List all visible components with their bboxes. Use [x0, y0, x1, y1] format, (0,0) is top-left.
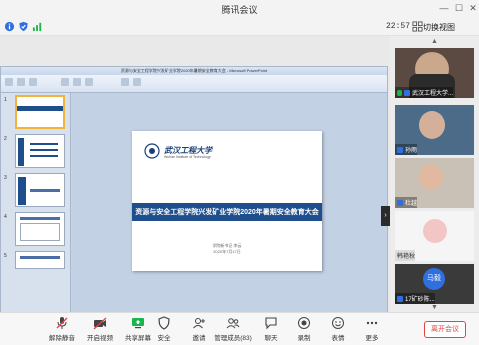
slide-logo-subtext: Wuhan Institute of Technology: [164, 155, 211, 159]
maximize-icon[interactable]: ☐: [452, 2, 466, 15]
thumb-number: 5: [4, 253, 7, 259]
powerpoint-window: 资源与安全工程学院兴发矿业学院2020年暑期安全教育大会 - Microsoft…: [0, 66, 388, 332]
scroll-down-icon[interactable]: ▼: [431, 304, 438, 311]
info-icon[interactable]: [4, 21, 15, 32]
emoji-icon: [332, 317, 344, 329]
participant-label: 杜越: [405, 201, 418, 207]
unmute-button[interactable]: 解除静音: [42, 316, 82, 344]
participant-tile[interactable]: 武汉工程大学...: [395, 48, 474, 98]
window-title: 腾讯会议: [221, 5, 258, 15]
participant-label: 孙雨: [405, 148, 418, 154]
slide-thumbnail[interactable]: [15, 212, 65, 246]
leave-meeting-button[interactable]: 离开会议: [424, 321, 466, 338]
slide-thumbnail[interactable]: [15, 251, 65, 269]
grid-view-icon[interactable]: [412, 21, 423, 32]
minimize-icon[interactable]: —: [437, 2, 451, 15]
participant-label: 韩艳秋: [397, 254, 416, 260]
user-icon: [397, 146, 403, 153]
microphone-muted-icon: [56, 317, 68, 329]
scroll-up-icon[interactable]: ▲: [431, 38, 438, 45]
slide-thumbnail[interactable]: [15, 95, 65, 129]
participant-name: 韩艳秋: [395, 250, 416, 261]
share-screen-icon: [132, 318, 144, 329]
control-label: 解除静音: [49, 335, 75, 342]
chat-icon: [265, 317, 277, 330]
university-logo-icon: [144, 143, 160, 159]
record-icon: [298, 317, 310, 329]
manage-members-button[interactable]: 管理成员(83): [213, 316, 253, 344]
thumb-number: 1: [4, 97, 7, 103]
participant-label: 17矿砂陈...: [405, 297, 435, 303]
switch-view-button[interactable]: 切换视图: [423, 21, 455, 33]
control-bar: 解除静音 开启视频 共享屏幕 安全 邀请 管理成员(83) 聊天 录制 表情 更…: [0, 312, 479, 345]
control-label: 安全: [157, 335, 171, 342]
ppt-ribbon: [1, 75, 387, 93]
thumb-number: 4: [4, 214, 7, 220]
switch-view-label: 切换视图: [423, 22, 455, 32]
thumb-number: 3: [4, 175, 7, 181]
microphone-on-icon: [397, 89, 402, 96]
slide-thumbnail-panel: 1 2 3 4 5: [1, 93, 71, 331]
control-label: 管理成员(83): [214, 335, 252, 342]
participant-name: 孙雨: [395, 144, 418, 155]
ppt-body: 1 2 3 4 5 武汉工程大学 Wuhan Institute of Tech…: [1, 93, 387, 331]
slide-editor: 武汉工程大学 Wuhan Institute of Technology 资源与…: [72, 93, 387, 331]
more-icon: [366, 321, 378, 325]
members-icon: [226, 318, 240, 329]
slide-thumbnail[interactable]: [15, 173, 65, 207]
slide-title: 资源与安全工程学院兴发矿业学院2020年暑期安全教育大会: [135, 209, 319, 216]
participant-tile[interactable]: 杜越: [395, 158, 474, 208]
participant-name: 杜越: [395, 197, 418, 208]
meeting-timer: 22:57: [386, 22, 411, 31]
participant-tile[interactable]: 马毅 17矿砂陈...: [395, 264, 474, 304]
collapse-panel-icon[interactable]: ›: [381, 206, 390, 226]
thumb-number: 2: [4, 136, 7, 142]
slide-title-band: 资源与安全工程学院兴发矿业学院2020年暑期安全教育大会: [132, 203, 322, 221]
more-button[interactable]: 更多: [352, 316, 392, 344]
video-off-icon: [93, 317, 107, 330]
participant-name: 武汉工程大学...: [395, 87, 454, 98]
meeting-window: 腾讯会议 — ☐ ✕ 22:57 切换视图 资源与安全工程学院兴发矿业学院202…: [0, 0, 479, 345]
meeting-toolbar: 22:57 切换视图: [0, 18, 479, 36]
slide-thumbnail[interactable]: [15, 134, 65, 168]
shield-icon[interactable]: [18, 21, 29, 32]
participant-label: 武汉工程大学...: [412, 91, 454, 97]
title-bar: 腾讯会议 — ☐ ✕: [0, 0, 479, 18]
ppt-title: 资源与安全工程学院兴发矿业学院2020年暑期安全教育大会 - Microsoft…: [1, 67, 387, 75]
shield-icon: [158, 316, 170, 330]
user-icon: [404, 89, 410, 96]
slide-date: 2020年7月17日: [213, 249, 241, 254]
close-icon[interactable]: ✕: [466, 2, 479, 15]
signal-icon: [32, 22, 42, 32]
participant-tile[interactable]: 孙雨: [395, 105, 474, 155]
control-label: 更多: [365, 335, 379, 342]
participant-avatar: 马毅: [423, 268, 445, 290]
user-icon: [397, 295, 403, 302]
shared-screen: 资源与安全工程学院兴发矿业学院2020年暑期安全教育大会 - Microsoft…: [0, 36, 390, 332]
participant-tile[interactable]: 韩艳秋: [395, 211, 474, 261]
control-label: 开启视频: [87, 335, 113, 342]
participant-name: 17矿砂陈...: [395, 293, 435, 304]
security-button[interactable]: 安全: [144, 316, 184, 344]
current-slide: 武汉工程大学 Wuhan Institute of Technology 资源与…: [132, 131, 322, 271]
start-video-button[interactable]: 开启视频: [80, 316, 120, 344]
participants-panel: ▲ 武汉工程大学... 孙雨 杜越 韩艳秋 马毅 17矿砂陈... ▼: [390, 36, 479, 312]
invite-icon: [193, 318, 205, 329]
user-icon: [397, 199, 403, 206]
